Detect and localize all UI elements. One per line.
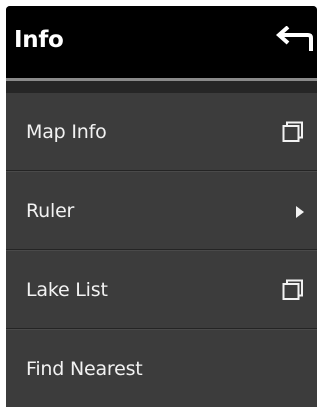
menu-item-label: Ruler — [26, 200, 75, 222]
menu-item-label: Find Nearest — [26, 358, 143, 380]
info-menu-panel: Info Map Info Ruler Lake List Find Neare… — [6, 6, 317, 407]
menu-item-lake-list[interactable]: Lake List — [6, 251, 317, 329]
menu-item-ruler[interactable]: Ruler — [6, 172, 317, 250]
menu-item-label: Map Info — [26, 121, 107, 143]
window-icon — [282, 121, 303, 142]
menu-item-find-nearest[interactable]: Find Nearest — [6, 330, 317, 407]
header-shadow — [6, 81, 317, 93]
chevron-right-icon — [296, 206, 304, 218]
back-arrow-icon[interactable] — [274, 26, 314, 54]
page-title: Info — [14, 27, 64, 53]
window-icon — [282, 279, 303, 300]
menu-header: Info — [6, 6, 317, 78]
menu-item-label: Lake List — [26, 279, 108, 301]
menu-item-map-info[interactable]: Map Info — [6, 93, 317, 171]
